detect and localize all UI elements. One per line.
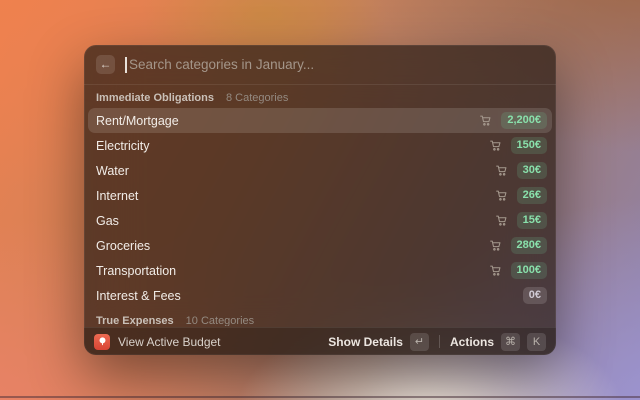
cart-icon — [495, 189, 508, 202]
list-item[interactable]: Rent/Mortgage 2,200€ — [88, 108, 552, 133]
row-accessories: 150€ — [489, 137, 547, 154]
list-item[interactable]: Water 30€ — [88, 158, 552, 183]
category-label: Electricity — [96, 138, 150, 153]
hint-divider — [438, 335, 440, 348]
category-label: Gas — [96, 213, 119, 228]
amount-badge: 30€ — [516, 162, 547, 179]
list-item[interactable]: Gas 15€ — [88, 208, 552, 233]
search-input[interactable] — [125, 57, 544, 72]
row-accessories: 0€ — [522, 287, 547, 304]
desktop: ← Immediate Obligations 8 Categories Ren… — [0, 0, 640, 400]
cart-icon — [495, 214, 508, 227]
cart-icon — [489, 239, 502, 252]
amount-badge: 15€ — [516, 212, 547, 229]
action-bar-hints: Show Details ↵ Actions ⌘ K — [328, 332, 546, 351]
category-label: Rent/Mortgage — [96, 113, 179, 128]
row-accessories: 26€ — [495, 187, 547, 204]
row-accessories: 280€ — [489, 237, 547, 254]
amount-badge: 0€ — [522, 287, 547, 304]
amount-badge: 2,200€ — [501, 112, 547, 129]
amount-badge: 26€ — [516, 187, 547, 204]
search-field — [125, 56, 544, 73]
section-title: Immediate Obligations — [96, 92, 214, 104]
amount-badge: 100€ — [510, 262, 547, 279]
list-item[interactable]: Internet 26€ — [88, 183, 552, 208]
wallpaper-horizon-line — [0, 396, 640, 398]
action-bar: View Active Budget Show Details ↵ Action… — [84, 327, 556, 355]
category-label: Water — [96, 163, 129, 178]
back-button[interactable]: ← — [96, 55, 115, 74]
cmd-keycap[interactable]: ⌘ — [501, 332, 520, 351]
section-count: 8 Categories — [225, 92, 289, 104]
action-bar-app: View Active Budget — [94, 333, 221, 350]
actions-label[interactable]: Actions — [450, 335, 494, 349]
category-label: Groceries — [96, 238, 151, 253]
section-header: Immediate Obligations 8 Categories — [88, 85, 552, 108]
command-palette-window: ← Immediate Obligations 8 Categories Ren… — [84, 45, 556, 355]
list-item[interactable]: Electricity 150€ — [88, 133, 552, 158]
show-details-label[interactable]: Show Details — [328, 335, 403, 349]
list-item[interactable]: Groceries 280€ — [88, 233, 552, 258]
row-accessories: 15€ — [495, 212, 547, 229]
cart-icon — [489, 139, 502, 152]
cart-icon — [489, 264, 502, 277]
cart-icon — [495, 164, 508, 177]
enter-keycap[interactable]: ↵ — [409, 332, 429, 351]
category-list: Immediate Obligations 8 Categories Rent/… — [84, 85, 556, 326]
text-caret — [125, 56, 127, 73]
k-keycap[interactable]: K — [527, 332, 546, 351]
active-budget-label: View Active Budget — [118, 334, 221, 349]
search-bar: ← — [84, 45, 556, 85]
category-label: Transportation — [96, 263, 177, 278]
row-accessories: 100€ — [489, 262, 547, 279]
category-label: Internet — [96, 188, 139, 203]
next-section-count: 10 Categories — [185, 315, 255, 326]
tree-glyph-icon — [99, 337, 105, 346]
category-label: Interest & Fees — [96, 288, 181, 303]
category-rows: Rent/Mortgage 2,200€ Electricity 150€ Wa… — [88, 108, 552, 308]
row-accessories: 30€ — [495, 162, 547, 179]
budget-app-icon — [94, 333, 110, 350]
list-item[interactable]: Transportation 100€ — [88, 258, 552, 283]
next-section-title: True Expenses — [96, 315, 174, 326]
amount-badge: 150€ — [510, 137, 547, 154]
next-section-header: True Expenses 10 Categories — [88, 308, 552, 326]
cart-icon — [479, 114, 492, 127]
list-item[interactable]: Interest & Fees 0€ — [88, 283, 552, 308]
row-accessories: 2,200€ — [479, 112, 547, 129]
amount-badge: 280€ — [510, 237, 547, 254]
